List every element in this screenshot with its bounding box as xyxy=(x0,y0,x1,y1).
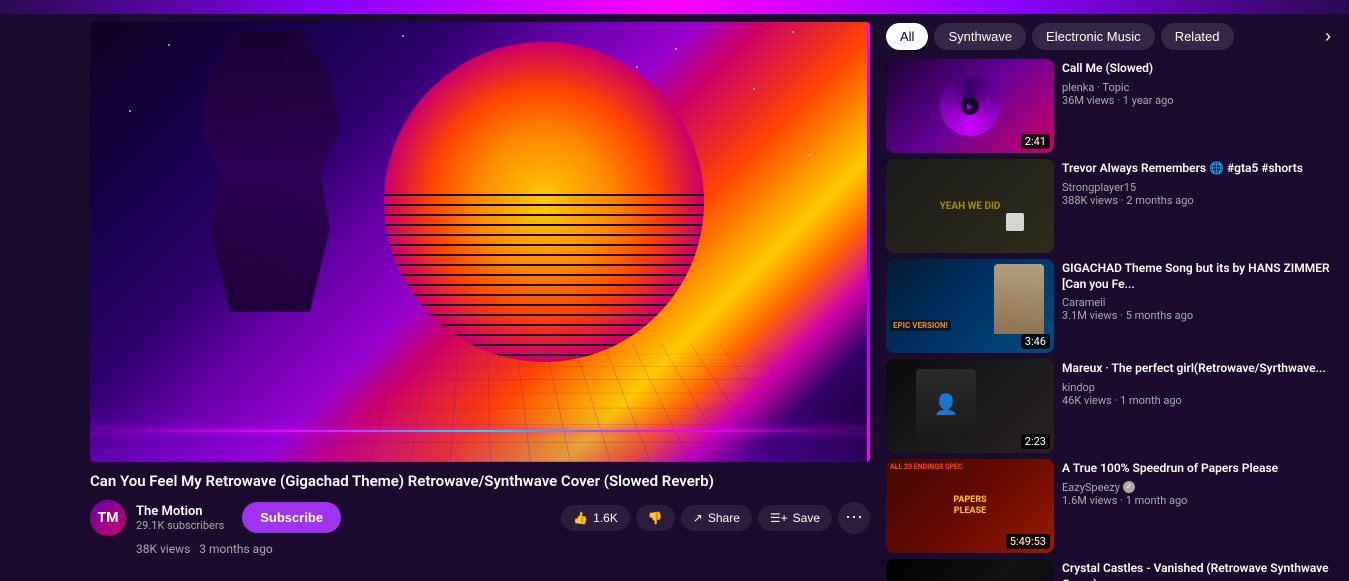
thumbnail-4: 👤 2:23 xyxy=(886,359,1054,453)
chip-next-button[interactable]: › xyxy=(1319,22,1337,51)
card-info: Call Me (Slowed) plenka · Topic 36M view… xyxy=(1062,59,1337,109)
more-options-button[interactable]: ⋯ xyxy=(838,502,870,534)
thumbnail-2: YEAH WE DID xyxy=(886,159,1054,253)
video-section: Can You Feel My Retrowave (Gigachad Them… xyxy=(0,14,882,581)
list-item[interactable]: ▶ 2:41 Call Me (Slowed) plenka · Topic 3… xyxy=(886,59,1337,153)
epic-badge: EPIC VERSION! xyxy=(890,320,951,331)
card-channel: Strongplayer15 xyxy=(1062,181,1337,194)
action-buttons: 👍 1.6K 👎 ↗ Share ☰+ Save ⋯ xyxy=(561,502,870,534)
thumbs-up-icon: 👍 xyxy=(573,511,588,525)
card-info: Crystal Castles - Vanished (Retrowave Sy… xyxy=(1062,559,1337,581)
chip-synthwave[interactable]: Synthwave xyxy=(934,23,1026,50)
duration-badge: 3:46 xyxy=(1021,334,1050,349)
card-channel: Carameii xyxy=(1062,296,1337,309)
bottom-glow xyxy=(90,402,870,462)
duration-badge: 5:49:53 xyxy=(1006,534,1050,549)
sidebar: All Synthwave Electronic Music Related ›… xyxy=(882,14,1349,581)
save-icon: ☰+ xyxy=(770,511,788,525)
card-title: Trevor Always Remembers 🌐 #gta5 #shorts xyxy=(1062,161,1337,177)
card-title: Mareux · The perfect girl(Retrowave/Syrt… xyxy=(1062,361,1337,377)
card-title: A True 100% Speedrun of Papers Please xyxy=(1062,461,1337,477)
thumbnail-1: ▶ 2:41 xyxy=(886,59,1054,153)
chip-related[interactable]: Related xyxy=(1161,23,1234,50)
card-channel: EazySpeezy ✓ xyxy=(1062,481,1337,494)
card-info: Trevor Always Remembers 🌐 #gta5 #shorts … xyxy=(1062,159,1337,209)
card-meta: 1.6M views · 1 month ago xyxy=(1062,494,1337,507)
list-item[interactable]: YEAH WE DID Trevor Always Remembers 🌐 #g… xyxy=(886,159,1337,253)
card-channel: plenka · Topic xyxy=(1062,81,1337,94)
video-thumbnail xyxy=(90,22,870,462)
card-channel: kindop xyxy=(1062,381,1337,394)
thumbnail-5: PAPERSPLEASE ALL 20 ENDINGS SPEC 5:49:53 xyxy=(886,459,1054,553)
share-icon: ↗ xyxy=(693,511,703,525)
main-layout: Can You Feel My Retrowave (Gigachad Them… xyxy=(0,0,1349,581)
list-item[interactable]: PAPERSPLEASE ALL 20 ENDINGS SPEC 5:49:53… xyxy=(886,459,1337,553)
channel-name[interactable]: The Motion xyxy=(136,504,224,519)
filter-bar: All Synthwave Electronic Music Related › xyxy=(882,14,1341,59)
avatar: TM xyxy=(90,500,126,536)
like-count: 1.6K xyxy=(593,511,618,525)
video-title: Can You Feel My Retrowave (Gigachad Them… xyxy=(90,472,870,492)
subscriber-count: 29.1K subscribers xyxy=(136,519,224,532)
card-meta: 388K views · 2 months ago xyxy=(1062,194,1337,207)
verified-icon: ✓ xyxy=(1123,481,1135,493)
view-count: 38K views xyxy=(136,542,190,556)
chip-all[interactable]: All xyxy=(886,23,928,50)
channel-info: The Motion 29.1K subscribers xyxy=(136,504,224,532)
card-meta: 36M views · 1 year ago xyxy=(1062,94,1337,107)
card-meta: 46K views · 1 month ago xyxy=(1062,394,1337,407)
card-title: Call Me (Slowed) xyxy=(1062,61,1337,77)
share-button[interactable]: ↗ Share xyxy=(681,505,752,531)
duration-badge: 2:41 xyxy=(1021,134,1050,149)
card-info: A True 100% Speedrun of Papers Please Ea… xyxy=(1062,459,1337,509)
card-info: Mareux · The perfect girl(Retrowave/Syrt… xyxy=(1062,359,1337,409)
card-info: GIGACHAD Theme Song but its by HANS ZIMM… xyxy=(1062,259,1337,324)
like-button[interactable]: 👍 1.6K xyxy=(561,505,630,531)
card-meta: 3.1M views · 5 months ago xyxy=(1062,309,1337,322)
duration-badge: 2:23 xyxy=(1021,434,1050,449)
list-item[interactable]: 👤 2:23 Mareux · The perfect girl(Retrowa… xyxy=(886,359,1337,453)
top-bar xyxy=(0,0,1349,14)
save-button[interactable]: ☰+ Save xyxy=(758,505,832,531)
thumbs-down-icon: 👎 xyxy=(648,511,663,525)
thumbnail-6: Crystal Castles Vanished xyxy=(886,559,1054,581)
thumbnail-3: EPIC VERSION! 3:46 xyxy=(886,259,1054,353)
dislike-button[interactable]: 👎 xyxy=(636,505,675,531)
video-player[interactable] xyxy=(90,22,870,462)
card-title: Crystal Castles - Vanished (Retrowave Sy… xyxy=(1062,561,1337,581)
video-info: Can You Feel My Retrowave (Gigachad Them… xyxy=(90,462,870,562)
video-stats: 38K views 3 months ago xyxy=(90,542,870,556)
list-item[interactable]: Crystal Castles Vanished Crystal Castles… xyxy=(886,559,1337,581)
card-title: GIGACHAD Theme Song but its by HANS ZIMM… xyxy=(1062,261,1337,292)
list-item[interactable]: EPIC VERSION! 3:46 GIGACHAD Theme Song b… xyxy=(886,259,1337,353)
related-list: ▶ 2:41 Call Me (Slowed) plenka · Topic 3… xyxy=(882,59,1341,581)
retro-sun xyxy=(384,42,704,362)
subscribe-button[interactable]: Subscribe xyxy=(242,502,341,533)
upload-date: 3 months ago xyxy=(199,542,273,556)
live-bar xyxy=(867,22,870,462)
chip-electronic-music[interactable]: Electronic Music xyxy=(1032,23,1155,50)
channel-row: TM The Motion 29.1K subscribers Subscrib… xyxy=(90,500,870,536)
